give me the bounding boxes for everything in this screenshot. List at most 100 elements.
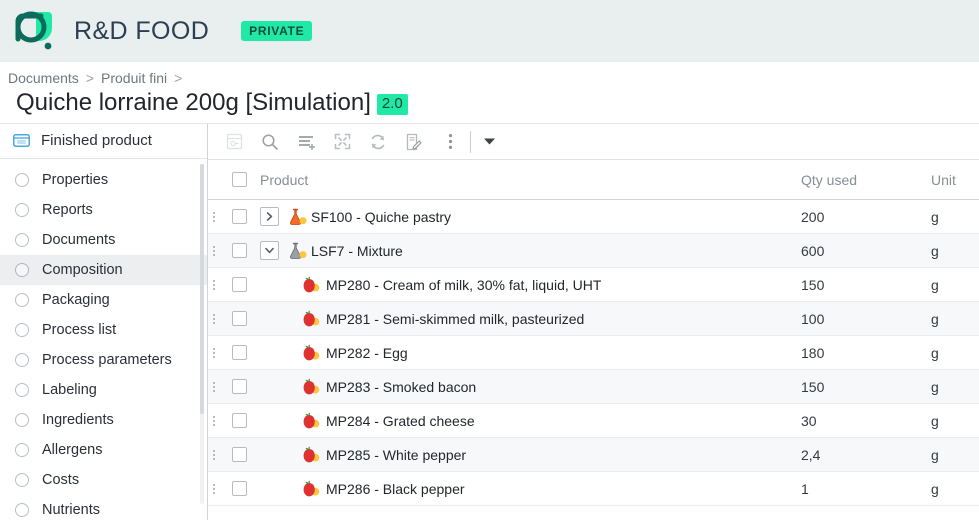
sidebar-item-label: Ingredients (42, 412, 114, 428)
sidebar-scrollbar-thumb[interactable] (200, 164, 204, 414)
row-checkbox[interactable] (231, 243, 247, 258)
chevron-down-icon[interactable] (476, 127, 502, 157)
sidebar-item-label: Nutrients (42, 502, 101, 518)
qty-used-cell: 100 (801, 310, 825, 327)
row-drag-handle[interactable] (208, 483, 220, 494)
leaf-circle-logo (10, 8, 56, 54)
breadcrumb-item-produit-fini[interactable]: Produit fini (101, 70, 167, 86)
add-list-row-icon[interactable] (288, 127, 324, 157)
qty-used-cell: 150 (801, 378, 825, 395)
expand-fullscreen-icon[interactable] (324, 127, 360, 157)
table-row[interactable]: MP285 - White pepper 2,4 g (208, 438, 979, 472)
row-checkbox[interactable] (231, 277, 247, 292)
sidebar-item-allergens[interactable]: Allergens (0, 435, 207, 465)
table-row[interactable]: LSF7 - Mixture 600 g (208, 234, 979, 268)
unit-cell: g (931, 378, 939, 395)
main-pane: Product Qty used Unit SF100 - Quiche pas… (208, 124, 979, 520)
radio-icon (15, 203, 29, 217)
qty-used-cell: 180 (801, 344, 825, 361)
radio-icon (15, 293, 29, 307)
row-checkbox[interactable] (231, 481, 247, 496)
row-checkbox[interactable] (231, 345, 247, 360)
column-header-qty-used[interactable]: Qty used (801, 172, 931, 188)
radio-icon (15, 413, 29, 427)
sidebar-item-reports[interactable]: Reports (0, 195, 207, 225)
row-drag-handle[interactable] (208, 347, 220, 358)
product-cell: LSF7 - Mixture (258, 241, 801, 260)
chevron-right-icon[interactable] (260, 207, 279, 226)
product-label: MP282 - Egg (326, 344, 408, 361)
row-drag-handle[interactable] (208, 449, 220, 460)
unit-cell: g (931, 310, 939, 327)
document-export-icon[interactable] (216, 127, 252, 157)
row-select-cell (220, 311, 258, 326)
drag-dots-icon (213, 449, 215, 460)
sidebar-scrollbar[interactable] (200, 164, 204, 504)
row-drag-handle[interactable] (208, 313, 220, 324)
row-checkbox[interactable] (231, 209, 247, 224)
qty-used-cell: 600 (801, 242, 825, 259)
sidebar-item-properties[interactable]: Properties (0, 165, 207, 195)
table-header-row: Product Qty used Unit (208, 160, 979, 200)
raw-material-icon (302, 276, 322, 294)
table-row[interactable]: MP284 - Grated cheese 30 g (208, 404, 979, 438)
radio-icon (15, 443, 29, 457)
raw-material-icon (302, 378, 322, 396)
row-select-cell (220, 379, 258, 394)
product-label: MP280 - Cream of milk, 30% fat, liquid, … (326, 276, 602, 293)
qty-used-cell: 200 (801, 208, 825, 225)
select-all-checkbox[interactable] (231, 172, 247, 187)
column-header-product[interactable]: Product (258, 172, 801, 188)
table-row[interactable]: MP283 - Smoked bacon 150 g (208, 370, 979, 404)
sidebar-item-labeling[interactable]: Labeling (0, 375, 207, 405)
sidebar-item-costs[interactable]: Costs (0, 465, 207, 495)
kebab-menu-icon[interactable] (432, 127, 468, 157)
sidebar-item-composition[interactable]: Composition (0, 255, 207, 285)
row-drag-handle[interactable] (208, 381, 220, 392)
row-select-cell (220, 209, 258, 224)
column-header-unit[interactable]: Unit (931, 172, 979, 188)
unit-cell: g (931, 446, 939, 463)
raw-material-icon (302, 344, 322, 362)
row-checkbox[interactable] (231, 447, 247, 462)
sidebar-item-label: Process parameters (42, 352, 172, 368)
product-label: SF100 - Quiche pastry (311, 208, 452, 225)
sidebar-item-label: Process list (42, 322, 117, 338)
unit-cell: g (931, 480, 939, 497)
radio-icon (15, 233, 29, 247)
sidebar-item-packaging[interactable]: Packaging (0, 285, 207, 315)
row-drag-handle[interactable] (208, 245, 220, 256)
sidebar-item-documents[interactable]: Documents (0, 225, 207, 255)
sidebar-header-label: Finished product (41, 132, 152, 149)
sidebar-item-label: Reports (42, 202, 93, 218)
row-drag-handle[interactable] (208, 415, 220, 426)
breadcrumb-bar: Documents > Produit fini > Quiche lorrai… (0, 62, 979, 123)
app-header: R&D FOOD PRIVATE (0, 0, 979, 62)
row-drag-handle[interactable] (208, 211, 220, 222)
sidebar-item-process-list[interactable]: Process list (0, 315, 207, 345)
raw-material-icon (302, 412, 322, 430)
unit-cell: g (931, 276, 939, 293)
toolbar-divider (470, 130, 471, 153)
row-checkbox[interactable] (231, 311, 247, 326)
drag-dots-icon (213, 211, 215, 222)
chevron-down-icon[interactable] (260, 241, 279, 260)
row-drag-handle[interactable] (208, 279, 220, 290)
table-row[interactable]: MP281 - Semi-skimmed milk, pasteurized 1… (208, 302, 979, 336)
breadcrumb-separator: > (85, 70, 94, 86)
table-row[interactable]: MP280 - Cream of milk, 30% fat, liquid, … (208, 268, 979, 302)
row-checkbox[interactable] (231, 413, 247, 428)
table-row[interactable]: SF100 - Quiche pastry 200 g (208, 200, 979, 234)
radio-icon (15, 383, 29, 397)
breadcrumb-item-documents[interactable]: Documents (8, 70, 79, 86)
sidebar-item-process-parameters[interactable]: Process parameters (0, 345, 207, 375)
sidebar-item-ingredients[interactable]: Ingredients (0, 405, 207, 435)
table-row[interactable]: MP286 - Black pepper 1 g (208, 472, 979, 506)
sidebar-item-nutrients[interactable]: Nutrients (0, 495, 207, 520)
row-checkbox[interactable] (231, 379, 247, 394)
search-icon[interactable] (252, 127, 288, 157)
refresh-icon[interactable] (360, 127, 396, 157)
product-label: MP285 - White pepper (326, 446, 467, 463)
edit-document-icon[interactable] (396, 127, 432, 157)
table-row[interactable]: MP282 - Egg 180 g (208, 336, 979, 370)
